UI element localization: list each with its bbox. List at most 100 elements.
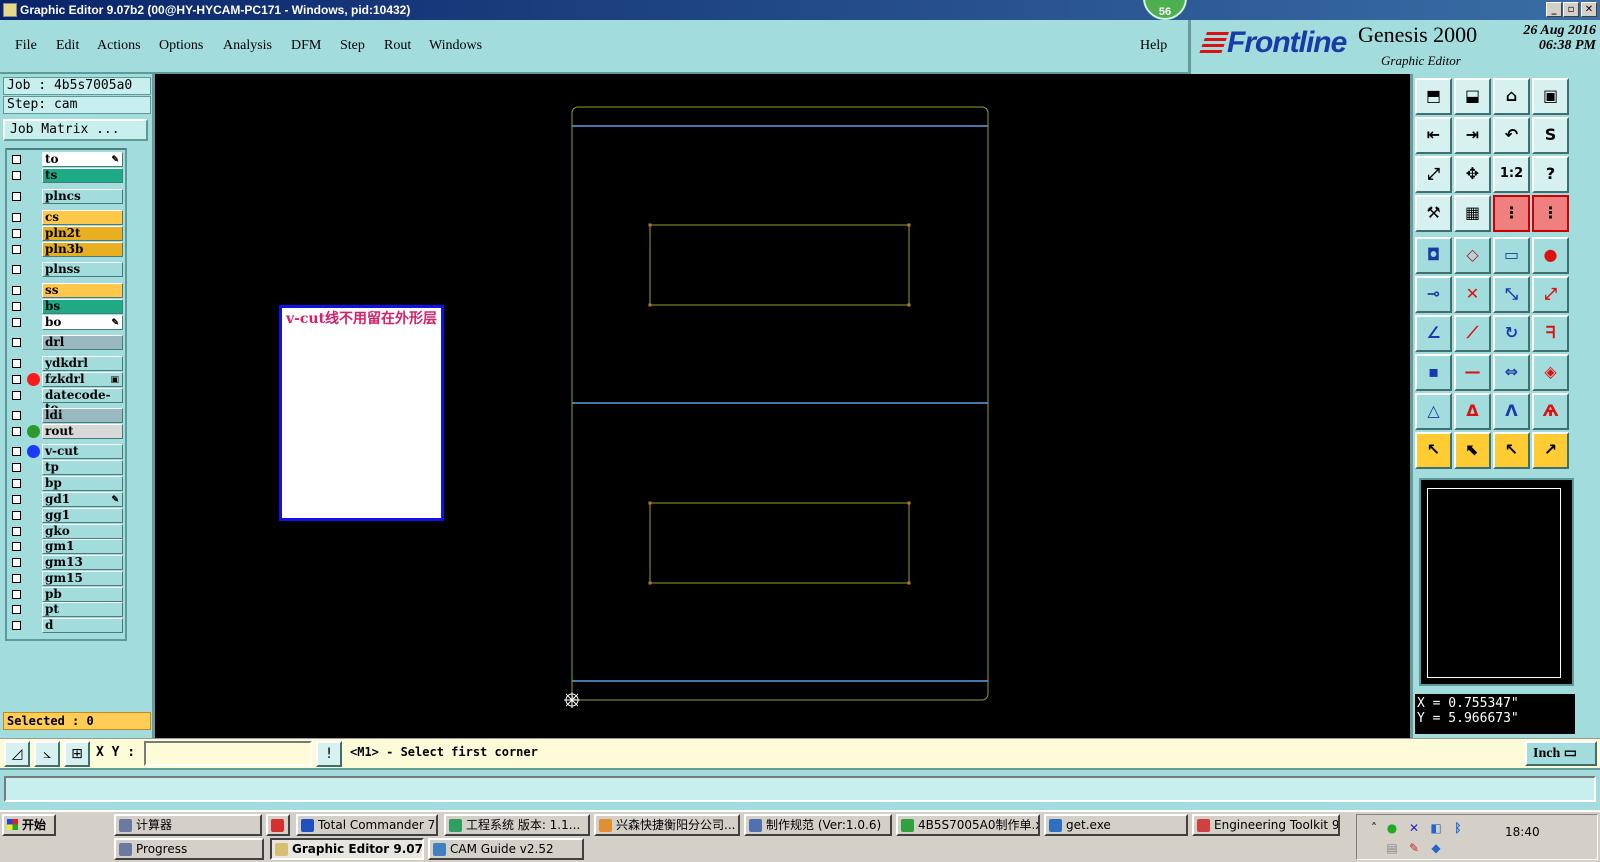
layer-checkbox[interactable] xyxy=(12,527,21,536)
scale-icon[interactable]: 1:2 xyxy=(1493,156,1530,193)
layer-name[interactable]: gm15 xyxy=(42,571,123,586)
layer-display-dot[interactable] xyxy=(27,425,40,438)
taskbar-item[interactable]: 计算器 xyxy=(114,814,262,836)
taskbar-item[interactable] xyxy=(266,814,290,836)
layer-checkbox[interactable] xyxy=(12,542,21,551)
layer-display-dot[interactable] xyxy=(27,373,40,386)
menu-actions[interactable]: Actions xyxy=(97,38,141,54)
tri2-icon[interactable]: Δ xyxy=(1454,393,1491,430)
layer-name[interactable]: bs xyxy=(42,299,123,314)
layer-name[interactable]: ldi xyxy=(42,408,123,423)
slope-icon[interactable]: ⟋ xyxy=(1454,315,1491,352)
menu-step[interactable]: Step xyxy=(340,38,365,54)
layer-row-pb[interactable]: pb xyxy=(9,587,123,602)
layer-checkbox[interactable] xyxy=(12,558,21,567)
layer-row-plncs[interactable]: plncs xyxy=(9,189,123,204)
layer-checkbox[interactable] xyxy=(12,511,21,520)
layer-checkbox[interactable] xyxy=(12,463,21,472)
tri4-icon[interactable]: Ѧ xyxy=(1532,393,1569,430)
select-circle-icon[interactable]: ↖ xyxy=(1493,432,1530,469)
layer-name[interactable]: pln2t xyxy=(42,226,123,241)
minimize-button[interactable]: _ xyxy=(1546,2,1562,17)
angle-icon[interactable]: ∠ xyxy=(1415,315,1452,352)
line-icon[interactable]: ◇ xyxy=(1454,237,1491,274)
tri1-icon[interactable]: △ xyxy=(1415,393,1452,430)
layer-checkbox[interactable] xyxy=(12,605,21,614)
message-field[interactable] xyxy=(4,776,1596,802)
layer-checkbox[interactable] xyxy=(12,318,21,327)
layer-checkbox[interactable] xyxy=(12,155,21,164)
taskbar-item[interactable]: 制作规范 (Ver:1.0.6) xyxy=(744,814,892,836)
net-icon[interactable]: ⋮ xyxy=(1493,195,1530,232)
layer-row-gko[interactable]: gko xyxy=(9,524,123,539)
layer-checkbox[interactable] xyxy=(12,427,21,436)
menu-options[interactable]: Options xyxy=(159,38,203,54)
layer-checkbox[interactable] xyxy=(12,302,21,311)
layer-row-drl[interactable]: drl xyxy=(9,335,123,350)
layer-name[interactable]: gg1 xyxy=(42,508,123,523)
delete-icon[interactable]: ✕ xyxy=(1454,276,1491,313)
step-right-icon[interactable]: ⇥ xyxy=(1454,117,1491,154)
layer-name[interactable]: d xyxy=(42,618,123,633)
layer-name[interactable]: gm1 xyxy=(42,539,123,554)
layer-checkbox[interactable] xyxy=(12,574,21,583)
layer-row-v-cut[interactable]: v-cut xyxy=(9,444,123,459)
layer-checkbox[interactable] xyxy=(12,265,21,274)
layer-display-dot[interactable] xyxy=(27,445,40,458)
copy-icon[interactable]: ⤢ xyxy=(1532,276,1569,313)
layer-row-d[interactable]: d xyxy=(9,618,123,633)
open-icon[interactable]: ⬒ xyxy=(1415,78,1452,115)
connect-icon[interactable]: ⊸ xyxy=(1415,276,1452,313)
tray-cross-icon[interactable]: ✕ xyxy=(1407,821,1421,835)
layer-row-datecode-to[interactable]: datecode-to xyxy=(9,388,123,415)
taskbar-item[interactable]: 4B5S7005A0制作单.xl... xyxy=(896,814,1040,836)
taskbar-item[interactable]: Graphic Editor 9.07b2 xyxy=(270,838,424,860)
snap-mode-icon[interactable]: ◿ xyxy=(4,741,30,767)
undo-icon[interactable]: ↶ xyxy=(1493,117,1530,154)
layer-name[interactable]: ts xyxy=(42,168,123,183)
taskbar-item[interactable]: Total Commander 7.0 ... xyxy=(296,814,438,836)
unit-selector[interactable]: Inch ▭ xyxy=(1525,741,1597,766)
layer-row-gg1[interactable]: gg1 xyxy=(9,508,123,523)
layer-row-cs[interactable]: cs xyxy=(9,210,123,225)
layer-checkbox[interactable] xyxy=(12,286,21,295)
layer-row-ts[interactable]: ts xyxy=(9,168,123,183)
measure-mode-icon[interactable]: ⦣ xyxy=(34,741,60,767)
layer-row-gm15[interactable]: gm15 xyxy=(9,571,123,586)
menu-rout[interactable]: Rout xyxy=(384,38,411,54)
layer-checkbox[interactable] xyxy=(12,375,21,384)
layer-name[interactable]: plnss xyxy=(42,262,123,277)
bluetooth-icon[interactable]: ᛒ xyxy=(1451,821,1465,835)
window-icon[interactable]: ▣ xyxy=(1532,78,1569,115)
shapes-icon[interactable]: ◈ xyxy=(1532,354,1569,391)
layer-row-rout[interactable]: rout xyxy=(9,424,123,439)
layer-row-ldi[interactable]: ldi xyxy=(9,408,123,423)
layer-row-plnss[interactable]: plnss xyxy=(9,262,123,277)
taskbar-item[interactable]: 兴森快捷衡阳分公司... xyxy=(594,814,740,836)
mirror-icon[interactable]: ᖷ xyxy=(1532,315,1569,352)
rotate-icon[interactable]: ↻ xyxy=(1493,315,1530,352)
layer-name[interactable]: gm13 xyxy=(42,555,123,570)
layer-name[interactable]: bo ✎ xyxy=(42,315,123,330)
net2-icon[interactable]: ⋮ xyxy=(1532,195,1569,232)
close-button[interactable]: ✕ xyxy=(1581,2,1597,17)
menu-edit[interactable]: Edit xyxy=(56,38,79,54)
layer-name[interactable]: v-cut xyxy=(42,444,123,459)
layer-name[interactable]: pln3b xyxy=(42,242,123,257)
layer-row-pt[interactable]: pt xyxy=(9,602,123,617)
taskbar-item[interactable]: Engineering Toolkit 9.0... xyxy=(1192,814,1340,836)
tray-printer-icon[interactable]: ▤ xyxy=(1385,841,1399,855)
taskbar-item[interactable]: CAM Guide v2.52 xyxy=(428,838,584,860)
layer-row-pln3b[interactable]: pln3b xyxy=(9,242,123,257)
layer-row-pln2t[interactable]: pln2t xyxy=(9,226,123,241)
layer-row-to[interactable]: to ✎ xyxy=(9,152,123,167)
exclamation-icon[interactable]: ! xyxy=(316,741,342,767)
minus-icon[interactable]: — xyxy=(1454,354,1491,391)
ruler-icon[interactable]: ▭ xyxy=(1493,237,1530,274)
tray-network-icon[interactable]: ◧ xyxy=(1429,821,1443,835)
xy-input[interactable] xyxy=(144,741,312,766)
layer-checkbox[interactable] xyxy=(12,245,21,254)
layer-name[interactable]: gd1 ✎ xyxy=(42,492,123,507)
layer-name[interactable]: drl xyxy=(42,335,123,350)
menu-file[interactable]: File xyxy=(15,38,37,54)
